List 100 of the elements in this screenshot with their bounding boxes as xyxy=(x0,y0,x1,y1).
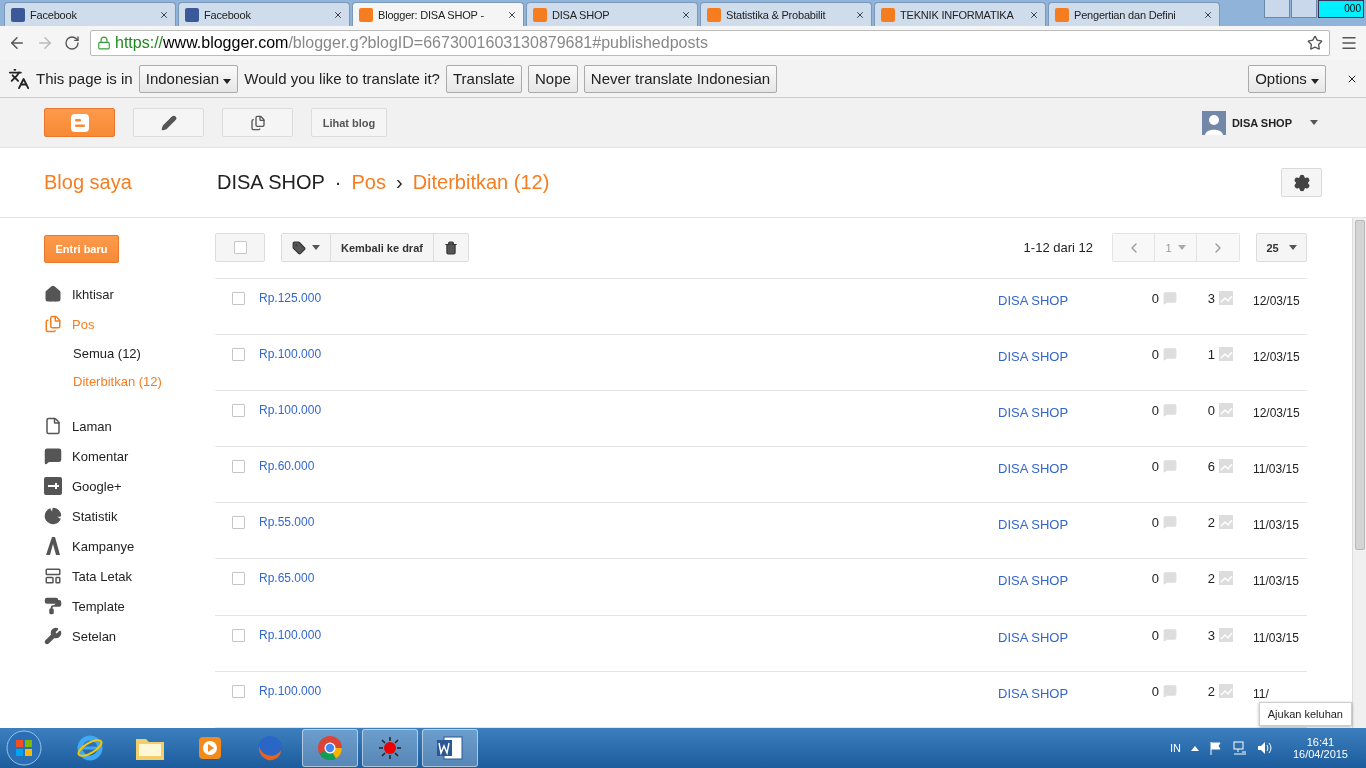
post-title-link[interactable]: Rp.100.000 xyxy=(259,683,998,698)
start-button[interactable] xyxy=(4,729,44,767)
post-title-link[interactable]: Rp.60.000 xyxy=(259,459,998,474)
chart-icon xyxy=(1219,402,1233,417)
chart-icon xyxy=(1219,515,1233,530)
sidebar-item[interactable]: Setelan xyxy=(44,621,215,651)
translate-bar-button[interactable]: Never translate Indonesian xyxy=(583,64,778,93)
sidebar-item[interactable]: Template xyxy=(44,591,215,621)
row-checkbox[interactable] xyxy=(232,347,245,361)
page-title: Diterbitkan (12) xyxy=(412,171,550,194)
row-checkbox[interactable] xyxy=(232,403,245,417)
close-icon[interactable] xyxy=(159,9,169,20)
row-checkbox[interactable] xyxy=(232,572,245,586)
comment-count: 0 xyxy=(1150,290,1159,306)
minimize-button[interactable] xyxy=(1264,0,1290,18)
sidebar-item[interactable]: Statistik xyxy=(44,501,215,531)
clock-time[interactable]: 16:41 xyxy=(1306,736,1335,748)
caret-icon xyxy=(312,245,320,251)
author-link[interactable]: DISA SHOP xyxy=(998,402,1143,420)
select-all-checkbox[interactable] xyxy=(215,233,265,263)
home-icon xyxy=(44,285,62,303)
browser-tab[interactable]: Statistika & Probabilit xyxy=(700,2,872,26)
language-dropdown[interactable]: Indonesian xyxy=(138,64,239,93)
comment-count: 0 xyxy=(1150,346,1159,362)
author-link[interactable]: DISA SHOP xyxy=(998,515,1143,533)
menu-icon[interactable] xyxy=(1340,34,1358,52)
sidebar-item[interactable]: Laman xyxy=(44,411,215,441)
clock-date[interactable]: 16/04/2015 xyxy=(1292,748,1348,760)
sidebar-item[interactable]: Ikhtisar xyxy=(44,279,215,309)
sidebar-item[interactable]: Google+ xyxy=(44,471,215,501)
row-checkbox[interactable] xyxy=(232,291,245,305)
per-page-dropdown[interactable]: 25 xyxy=(1256,233,1307,263)
account-name[interactable]: DISA SHOP xyxy=(1231,116,1292,129)
browser-tab[interactable]: Facebook xyxy=(4,2,176,26)
reload-icon[interactable] xyxy=(64,35,80,51)
author-link[interactable]: DISA SHOP xyxy=(998,459,1143,477)
author-link[interactable]: DISA SHOP xyxy=(998,290,1143,308)
flag-icon[interactable] xyxy=(1208,741,1223,755)
label-button[interactable] xyxy=(282,234,331,262)
row-checkbox[interactable] xyxy=(232,460,245,474)
comment-icon xyxy=(1163,683,1177,698)
avatar-icon[interactable] xyxy=(1201,110,1226,135)
taskbar-app[interactable] xyxy=(422,729,478,767)
browser-tab[interactable]: Blogger: DISA SHOP - xyxy=(352,2,524,26)
translate-bar-button[interactable]: Nope xyxy=(527,64,578,93)
back-icon[interactable] xyxy=(8,34,26,52)
sidebar-subitem[interactable]: Semua (12) xyxy=(44,339,215,367)
post-title-link[interactable]: Rp.100.000 xyxy=(259,402,998,417)
scrollbar-thumb[interactable] xyxy=(1354,220,1365,550)
post-title-link[interactable]: Rp.65.000 xyxy=(259,571,998,586)
sidebar-item[interactable]: Kampanye xyxy=(44,531,215,561)
row-checkbox[interactable] xyxy=(232,628,245,642)
posts-button[interactable] xyxy=(222,108,293,137)
close-icon[interactable] xyxy=(855,9,865,20)
row-checkbox[interactable] xyxy=(232,516,245,530)
sidebar-item[interactable]: Tata Letak xyxy=(44,561,215,591)
delete-button[interactable] xyxy=(433,234,468,262)
options-button[interactable]: Options xyxy=(1248,64,1326,93)
post-title-link[interactable]: Rp.55.000 xyxy=(259,515,998,530)
caret-up-icon[interactable] xyxy=(1190,745,1199,751)
close-icon[interactable] xyxy=(681,9,691,20)
close-icon[interactable] xyxy=(333,9,343,20)
language-indicator[interactable]: IN xyxy=(1169,742,1181,754)
author-link[interactable]: DISA SHOP xyxy=(998,346,1143,364)
lock-icon xyxy=(97,36,111,50)
browser-tab[interactable]: Pengertian dan Defini xyxy=(1048,2,1220,26)
author-link[interactable]: DISA SHOP xyxy=(998,627,1143,645)
sidebar-item[interactable]: Komentar xyxy=(44,441,215,471)
maximize-button[interactable] xyxy=(1291,0,1317,18)
speaker-icon[interactable] xyxy=(1256,741,1273,755)
documents-icon xyxy=(249,114,266,131)
revert-to-draft-button[interactable]: Kembali ke draf xyxy=(331,234,434,262)
translate-bar-button[interactable]: Translate xyxy=(445,64,522,93)
page-range: 1-12 dari 12 xyxy=(1023,240,1093,256)
settings-button[interactable] xyxy=(1281,168,1322,197)
author-link[interactable]: DISA SHOP xyxy=(998,683,1143,701)
new-post-button[interactable] xyxy=(133,108,204,137)
taskbar-app[interactable] xyxy=(362,729,418,767)
media-player-icon xyxy=(197,735,223,761)
browser-tab[interactable]: Facebook xyxy=(178,2,350,26)
post-date: 11/03/15 xyxy=(1253,573,1299,589)
address-field[interactable]: https://www.blogger.com/blogger.g?blogID=6673001603130879681#publishedposts xyxy=(90,30,1330,56)
post-title-link[interactable]: Rp.100.000 xyxy=(259,346,998,361)
network-icon[interactable] xyxy=(1232,741,1247,755)
close-icon[interactable] xyxy=(1203,9,1213,20)
browser-tab[interactable]: DISA SHOP xyxy=(526,2,698,26)
chart-icon xyxy=(1219,627,1233,642)
post-title-link[interactable]: Rp.125.000 xyxy=(259,290,998,305)
settings-icon xyxy=(1292,173,1311,192)
post-title-link[interactable]: Rp.100.000 xyxy=(259,627,998,642)
view-blog-button[interactable]: Lihat blog xyxy=(311,108,387,137)
close-icon[interactable] xyxy=(507,9,517,20)
pencil-icon xyxy=(160,114,177,131)
close-icon[interactable] xyxy=(1029,9,1039,20)
author-link[interactable]: DISA SHOP xyxy=(998,571,1143,589)
star-icon[interactable] xyxy=(1307,35,1323,51)
trash-icon xyxy=(443,240,458,255)
browser-tab[interactable]: TEKNIK INFORMATIKA xyxy=(874,2,1046,26)
row-checkbox[interactable] xyxy=(232,684,245,698)
blogger-home-button[interactable] xyxy=(44,108,115,137)
